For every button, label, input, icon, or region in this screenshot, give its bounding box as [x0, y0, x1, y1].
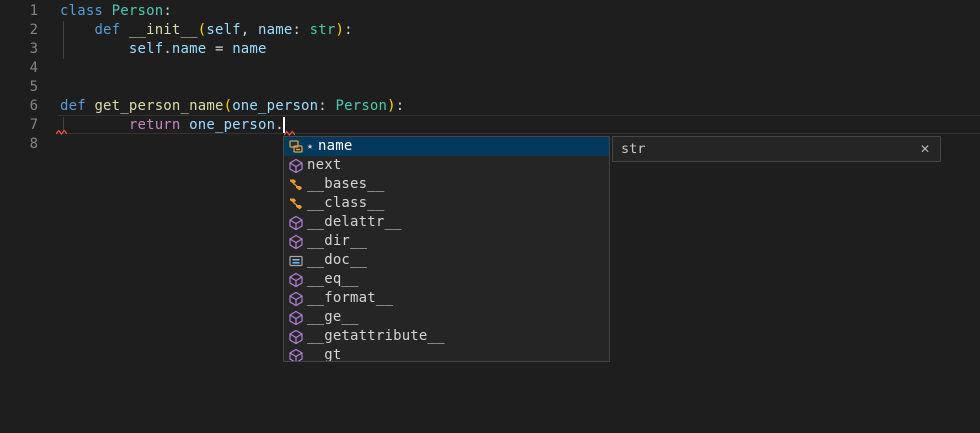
- close-icon[interactable]: ✕: [920, 142, 940, 156]
- detail-type-text: str: [613, 141, 920, 157]
- line-number[interactable]: 3: [0, 40, 38, 59]
- code-token: [60, 41, 129, 57]
- suggestion-item[interactable]: __bases__: [284, 175, 609, 194]
- code-token: (: [224, 98, 233, 114]
- suggestion-label: __dir__: [307, 232, 367, 251]
- code-token: self: [129, 41, 163, 57]
- method-icon: [288, 329, 304, 345]
- code-token: one_person: [189, 117, 275, 133]
- suggestion-item[interactable]: __doc__: [284, 251, 609, 270]
- code-token: ,: [241, 22, 258, 38]
- suggestion-label: next: [307, 156, 341, 175]
- code-line[interactable]: def get_person_name(one_person: Person):: [60, 97, 404, 116]
- line-number[interactable]: 8: [0, 135, 38, 154]
- code-token: ): [336, 22, 345, 38]
- suggest-widget: ★namenext__bases____class____delattr____…: [283, 136, 610, 362]
- code-token: class: [60, 3, 112, 19]
- suggestion-label: __gt__: [307, 346, 359, 362]
- error-squiggle: [56, 129, 67, 135]
- suggestion-item[interactable]: __ge__: [284, 308, 609, 327]
- code-token: name: [258, 22, 292, 38]
- suggestion-item[interactable]: __getattribute__: [284, 327, 609, 346]
- code-token: :: [396, 98, 405, 114]
- suggestion-label: __class__: [307, 194, 384, 213]
- suggestion-label: __getattribute__: [307, 327, 445, 346]
- code-token: :: [318, 98, 335, 114]
- code-token: name: [232, 41, 266, 57]
- code-line[interactable]: return one_person.: [60, 116, 404, 135]
- line-number[interactable]: 1: [0, 2, 38, 21]
- suggestion-item[interactable]: __eq__: [284, 270, 609, 289]
- suggestion-label: __eq__: [307, 270, 359, 289]
- suggestion-item[interactable]: ★ name: [284, 137, 609, 156]
- code-token: =: [206, 41, 232, 57]
- method-icon: [288, 215, 304, 231]
- code-line[interactable]: class Person:: [60, 2, 404, 21]
- code-line[interactable]: def __init__(self, name: str):: [60, 21, 404, 40]
- code-line[interactable]: [60, 78, 404, 97]
- code-token: :: [292, 22, 309, 38]
- code-token: one_person: [232, 98, 318, 114]
- code-token: self: [206, 22, 240, 38]
- suggestion-label: __bases__: [307, 175, 384, 194]
- line-number[interactable]: 2: [0, 21, 38, 40]
- method-icon: [288, 310, 304, 326]
- class-icon: [288, 177, 304, 193]
- code-line[interactable]: [60, 59, 404, 78]
- suggestion-label: __delattr__: [307, 213, 402, 232]
- code-area[interactable]: class Person: def __init__(self, name: s…: [60, 2, 404, 154]
- suggest-list: ★namenext__bases____class____delattr____…: [284, 137, 609, 362]
- suggestion-item[interactable]: __delattr__: [284, 213, 609, 232]
- code-token: Person: [112, 3, 164, 19]
- code-token: ): [387, 98, 396, 114]
- code-line[interactable]: self.name = name: [60, 40, 404, 59]
- method-icon: [288, 348, 304, 363]
- method-icon: [288, 234, 304, 250]
- suggestion-item[interactable]: next: [284, 156, 609, 175]
- code-token: Person: [336, 98, 388, 114]
- constant-icon: [288, 253, 304, 269]
- class-icon: [288, 196, 304, 212]
- suggestion-item[interactable]: __format__: [284, 289, 609, 308]
- line-number[interactable]: 7: [0, 116, 38, 135]
- code-token: [60, 22, 94, 38]
- code-token: str: [310, 22, 336, 38]
- suggest-details-panel: str ✕: [612, 136, 941, 162]
- suggestion-item[interactable]: __gt__: [284, 346, 609, 362]
- code-token: __init__: [129, 22, 198, 38]
- field-icon: [288, 139, 304, 155]
- code-token: return: [129, 117, 189, 133]
- suggestion-item[interactable]: __dir__: [284, 232, 609, 251]
- suggestion-label: name: [318, 137, 352, 156]
- line-number[interactable]: 6: [0, 97, 38, 116]
- code-token: .: [163, 41, 172, 57]
- code-token: def: [94, 22, 128, 38]
- code-token: [60, 117, 129, 133]
- code-token: get_person_name: [94, 98, 223, 114]
- code-token: :: [163, 3, 172, 19]
- method-icon: [288, 272, 304, 288]
- text-cursor: [283, 117, 285, 133]
- line-number[interactable]: 5: [0, 78, 38, 97]
- star-icon: ★: [307, 137, 313, 156]
- suggestion-label: __doc__: [307, 251, 367, 270]
- suggestion-label: __format__: [307, 289, 393, 308]
- method-icon: [288, 291, 304, 307]
- suggestion-label: __ge__: [307, 308, 359, 327]
- gutter: 12345678: [0, 2, 38, 154]
- code-token: :: [344, 22, 353, 38]
- suggestion-item[interactable]: __class__: [284, 194, 609, 213]
- code-token: name: [172, 41, 206, 57]
- editor[interactable]: 12345678 class Person: def __init__(self…: [0, 0, 980, 433]
- code-token: def: [60, 98, 94, 114]
- method-icon: [288, 158, 304, 174]
- line-number[interactable]: 4: [0, 59, 38, 78]
